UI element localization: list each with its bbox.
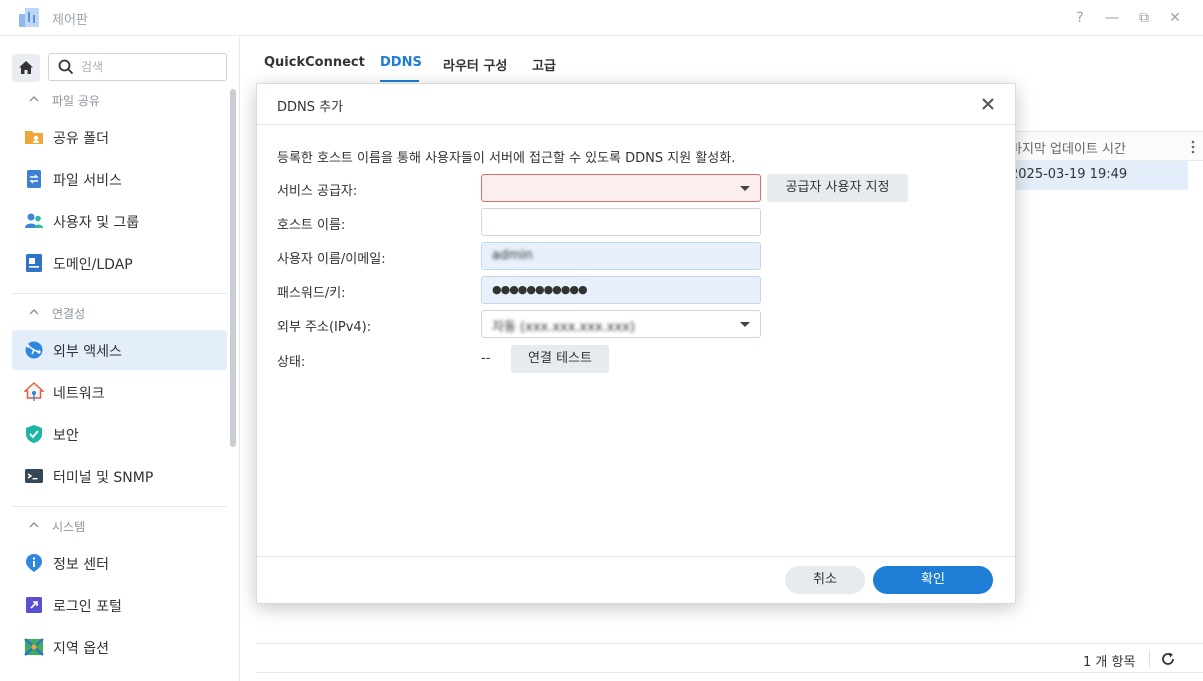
- section-file-sharing[interactable]: 파일 공유: [12, 89, 227, 113]
- info-center-icon: [26, 554, 42, 572]
- sidebar: 파일 공유 공유 폴더 파일 서비스 사용자 및 그룹 도메인/LDAP 연결성…: [0, 37, 240, 681]
- label-password: 패스워드/키:: [277, 286, 346, 301]
- restore-icon[interactable]: ⧉: [1135, 9, 1153, 27]
- chevron-up-icon: [29, 309, 39, 315]
- sidebar-item-label: 지역 옵션: [53, 641, 109, 657]
- search-field[interactable]: [48, 53, 227, 81]
- sidebar-item-label: 도메인/LDAP: [53, 257, 133, 273]
- sidebar-item-label: 터미널 및 SNMP: [53, 470, 154, 486]
- custom-provider-button[interactable]: 공급자 사용자 지정: [767, 174, 908, 202]
- test-connection-button[interactable]: 연결 테스트: [511, 345, 609, 373]
- section-divider: [12, 506, 227, 507]
- label-status: 상태:: [277, 355, 306, 370]
- section-label: 연결성: [52, 307, 86, 321]
- ddns-grid-footer: 1 개 항목: [256, 643, 1203, 673]
- label-external-address: 외부 주소(IPv4):: [277, 320, 372, 335]
- service-provider-select[interactable]: [481, 174, 761, 202]
- sidebar-item-user-group[interactable]: 사용자 및 그룹: [12, 201, 227, 241]
- sidebar-item-info-center[interactable]: 정보 센터: [12, 543, 227, 583]
- sidebar-item-login-portal[interactable]: 로그인 포털: [12, 585, 227, 625]
- tab-advanced[interactable]: 고급: [532, 55, 556, 74]
- label-service-provider: 서비스 공급자:: [277, 184, 358, 199]
- cancel-button[interactable]: 취소: [785, 566, 865, 594]
- chevron-down-icon: [740, 186, 750, 191]
- tab-router-config[interactable]: 라우터 구성: [443, 55, 507, 74]
- item-count: 1 개 항목: [1083, 655, 1136, 670]
- section-divider: [12, 293, 227, 294]
- sidebar-item-label: 사용자 및 그룹: [53, 215, 140, 231]
- help-icon[interactable]: ?: [1071, 9, 1089, 27]
- close-window-icon[interactable]: ✕: [1166, 9, 1184, 27]
- cell-last-update: 2025-03-19 19:49: [1010, 167, 1128, 182]
- sidebar-item-label: 정보 센터: [53, 557, 109, 573]
- chevron-up-icon: [29, 522, 39, 528]
- label-username: 사용자 이름/이메일:: [277, 252, 386, 267]
- section-label: 시스템: [52, 520, 86, 534]
- dialog-title: DDNS 추가: [277, 100, 344, 115]
- sidebar-scrollbar[interactable]: [230, 89, 236, 447]
- file-services-icon: [27, 170, 41, 188]
- username-value: admin: [492, 248, 533, 263]
- section-label: 파일 공유: [52, 94, 100, 108]
- sidebar-item-label: 로그인 포털: [53, 599, 122, 615]
- column-menu-icon[interactable]: [1191, 140, 1195, 154]
- password-value: ●●●●●●●●●●●: [492, 283, 588, 296]
- minimize-icon[interactable]: —: [1103, 9, 1121, 27]
- section-system[interactable]: 시스템: [12, 515, 227, 539]
- ddns-add-dialog: DDNS 추가 등록한 호스트 이름을 통해 사용자들이 서버에 접근할 수 있…: [256, 83, 1016, 604]
- tab-ddns[interactable]: DDNS: [380, 55, 422, 70]
- home-icon: [19, 61, 33, 74]
- domain-ldap-icon: [26, 254, 42, 272]
- sidebar-item-security[interactable]: 보안: [12, 414, 227, 454]
- sidebar-item-label: 외부 액세스: [53, 344, 122, 360]
- hostname-field[interactable]: [481, 208, 761, 236]
- user-group-icon: [25, 213, 43, 228]
- external-address-select[interactable]: 자동 (xxx.xxx.xxx.xxx): [481, 310, 761, 338]
- ok-button[interactable]: 확인: [873, 566, 993, 594]
- chevron-up-icon: [29, 96, 39, 102]
- sidebar-item-external-access[interactable]: 외부 액세스: [12, 330, 227, 370]
- label-hostname: 호스트 이름:: [277, 218, 346, 233]
- sidebar-item-network[interactable]: 네트워크: [12, 372, 227, 412]
- refresh-icon[interactable]: [1159, 650, 1177, 668]
- home-button[interactable]: [12, 54, 40, 82]
- sidebar-item-domain-ldap[interactable]: 도메인/LDAP: [12, 243, 227, 283]
- search-icon: [58, 59, 74, 75]
- regional-options-icon: [24, 638, 44, 656]
- dialog-header-divider: [257, 124, 1015, 125]
- dialog-footer-divider: [257, 556, 1015, 557]
- dialog-description: 등록한 호스트 이름을 통해 사용자들이 서버에 접근할 수 있도록 DDNS …: [277, 151, 736, 166]
- sidebar-item-label: 네트워크: [53, 386, 105, 402]
- footer-divider: [1149, 650, 1150, 668]
- window-title: 제어판: [52, 13, 88, 28]
- close-icon[interactable]: [979, 95, 997, 113]
- sidebar-item-regional-options[interactable]: 지역 옵션: [12, 627, 227, 667]
- sidebar-item-label: 보안: [53, 428, 79, 444]
- sidebar-item-shared-folder[interactable]: 공유 폴더: [12, 117, 227, 157]
- column-header-last-update[interactable]: 마지막 업데이트 시간: [1010, 138, 1126, 157]
- security-shield-icon: [26, 425, 42, 443]
- control-panel-app-icon: [19, 8, 39, 27]
- sidebar-item-label: 공유 폴더: [53, 131, 109, 147]
- login-portal-icon: [26, 597, 42, 613]
- chevron-down-icon: [740, 322, 750, 327]
- username-field[interactable]: admin: [481, 242, 761, 270]
- search-input[interactable]: [81, 58, 221, 76]
- password-field[interactable]: ●●●●●●●●●●●: [481, 276, 761, 304]
- shared-folder-icon: [25, 131, 43, 144]
- external-address-value: 자동 (xxx.xxx.xxx.xxx): [492, 320, 635, 335]
- active-tab-indicator: [380, 80, 419, 82]
- sidebar-item-terminal-snmp[interactable]: 터미널 및 SNMP: [12, 456, 227, 496]
- sidebar-item-label: 파일 서비스: [53, 173, 122, 189]
- status-value: --: [481, 351, 491, 366]
- tab-quickconnect[interactable]: QuickConnect: [264, 55, 365, 70]
- terminal-icon: [25, 469, 43, 483]
- network-icon: [24, 382, 44, 401]
- section-connectivity[interactable]: 연결성: [12, 302, 227, 326]
- external-access-icon: [25, 341, 43, 359]
- title-bar: 제어판 ? — ⧉ ✕: [0, 0, 1203, 36]
- sidebar-item-file-services[interactable]: 파일 서비스: [12, 159, 227, 199]
